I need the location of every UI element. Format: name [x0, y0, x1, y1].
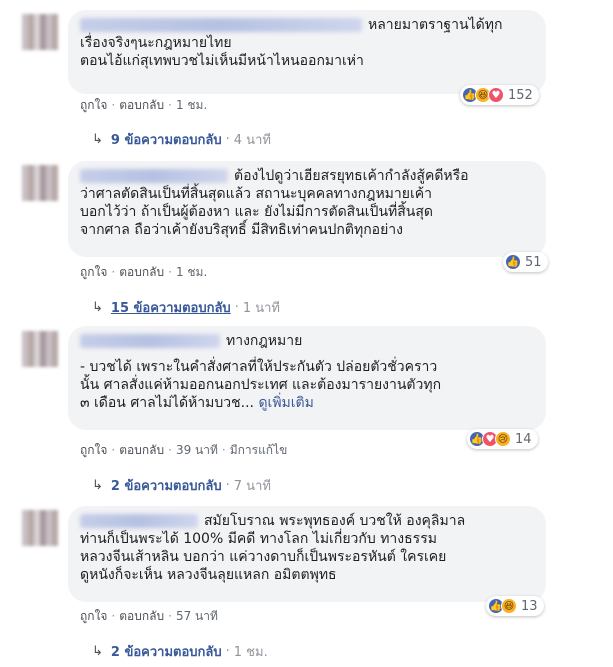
like-link[interactable]: ถูกใจ: [80, 265, 107, 279]
comment-text-line: ดูหนังก็จะเห็น หลวงจีนลุยแหลก อมิตตพุทธ: [80, 567, 337, 583]
love-reaction-icon: ♥: [488, 87, 504, 103]
view-replies[interactable]: ↳ 9 ข้อความตอบกลับ · 4 นาที: [92, 129, 271, 150]
comment-bubble: สมัยโบราณ พระพุทธองค์ บวชให้ องคุลิมาล ท…: [68, 506, 546, 602]
comment-text-line: เรื่องจริงๆนะกฎหมายไทย: [80, 35, 232, 51]
reply-arrow-icon: ↳: [92, 478, 103, 493]
comment-text-line: บอกไว้ว่า ถ้าเป็นผู้ต้องหา และ ยังไม่มีก…: [80, 204, 433, 220]
commenter-avatar[interactable]: [22, 331, 58, 367]
commenter-avatar[interactable]: [22, 14, 58, 50]
comment-text-line: หลายมาตราฐานได้ทุก: [368, 17, 503, 33]
comment-text-line: ต้องไปดูว่าเฮียสรยุทธเค้ากำลังสู้คดีหรือ: [234, 168, 469, 184]
reaction-count: 51: [525, 254, 542, 270]
comment-actions: ถูกใจ · ตอบกลับ · 1 ชม.: [80, 98, 208, 112]
reaction-summary[interactable]: 👍 😆 ♥ 152: [460, 85, 539, 105]
comment-timestamp[interactable]: 1 ชม.: [176, 98, 207, 112]
comment-bubble: หลายมาตราฐานได้ทุก เรื่องจริงๆนะกฎหมายไท…: [68, 10, 546, 94]
reaction-count: 13: [521, 598, 538, 614]
reaction-count: 152: [508, 87, 533, 103]
comment-actions: ถูกใจ · ตอบกลับ · 39 นาที · มีการแก้ไข: [80, 443, 288, 457]
replies-timestamp: 4 นาที: [233, 133, 271, 148]
reply-link[interactable]: ตอบกลับ: [119, 98, 164, 112]
commenter-name[interactable]: [80, 169, 228, 183]
comment-text-line: ท่านก็เป็นพระได้ 100% มีคดี ทางโลก ไม่เก…: [80, 531, 437, 547]
comment-timestamp[interactable]: 39 นาที: [176, 443, 218, 457]
view-replies[interactable]: ↳ 2 ข้อความตอบกลับ · 1 ชม.: [92, 641, 268, 662]
comment-text-line: หลวงจีนเส้าหลิน บอกว่า แค่วางดาบก็เป็นพร…: [80, 549, 447, 565]
comment-timestamp[interactable]: 1 ชม.: [176, 265, 207, 279]
replies-timestamp: 1 นาที: [242, 301, 280, 316]
commenter-name[interactable]: [80, 514, 198, 528]
reaction-summary[interactable]: 👍 51: [503, 252, 548, 272]
reply-arrow-icon: ↳: [92, 644, 103, 659]
comment-timestamp[interactable]: 57 นาที: [176, 609, 218, 623]
comment-text-line: จากศาล ถือว่าเค้ายังบริสุทธิ์ มีสิทธิเท่…: [80, 222, 403, 238]
reply-link[interactable]: ตอบกลับ: [119, 443, 164, 457]
commenter-name[interactable]: [80, 18, 362, 32]
replies-count-link[interactable]: 2 ข้อความตอบกลับ: [111, 641, 222, 662]
see-more-link[interactable]: ดูเพิ่มเติม: [258, 395, 313, 411]
reaction-summary[interactable]: 👍 😆 13: [486, 596, 544, 616]
replies-count-link[interactable]: 9 ข้อความตอบกลับ: [111, 129, 222, 150]
comment-text-line: [80, 350, 534, 358]
replies-count-link[interactable]: 15 ข้อความตอบกลับ: [111, 297, 231, 318]
edited-label[interactable]: มีการแก้ไข: [230, 443, 288, 457]
comment-text-line: นั้น ศาลสั่งแค่ห้ามออกนอกประเทศ และต้องม…: [80, 377, 442, 393]
comment-actions: ถูกใจ · ตอบกลับ · 1 ชม.: [80, 265, 208, 279]
comment-text-line: สมัยโบราณ พระพุทธองค์ บวชให้ องคุลิมาล: [204, 513, 466, 529]
like-link[interactable]: ถูกใจ: [80, 609, 107, 623]
reply-arrow-icon: ↳: [92, 300, 103, 315]
view-replies[interactable]: ↳ 2 ข้อความตอบกลับ · 7 นาที: [92, 475, 271, 496]
replies-count-link[interactable]: 2 ข้อความตอบกลับ: [111, 475, 222, 496]
commenter-name[interactable]: [80, 334, 220, 348]
haha-reaction-icon: 😆: [501, 598, 517, 614]
comment-text-line: ทางกฎหมาย: [226, 333, 303, 349]
reaction-summary[interactable]: 👍 ♥ 😢 14: [467, 429, 538, 449]
comment-text-line: ว่าศาลตัดสินเป็นที่สิ้นสุดแล้ว สถานะบุคค…: [80, 186, 432, 202]
view-replies[interactable]: ↳ 15 ข้อความตอบกลับ · 1 นาที: [92, 297, 280, 318]
comment-text-line: ตอนไอ้แก่สุเทพบวชไม่เห็นมีหน้าไหนออกมาเห…: [80, 53, 364, 69]
reply-arrow-icon: ↳: [92, 132, 103, 147]
comment-bubble: ทางกฎหมาย - บวชได้ เพราะในคำสั่งศาลที่ให…: [68, 326, 546, 430]
sad-reaction-icon: 😢: [495, 431, 511, 447]
like-link[interactable]: ถูกใจ: [80, 98, 107, 112]
replies-timestamp: 7 นาที: [233, 479, 271, 494]
comment-actions: ถูกใจ · ตอบกลับ · 57 นาที: [80, 609, 218, 623]
like-link[interactable]: ถูกใจ: [80, 443, 107, 457]
comment-bubble: ต้องไปดูว่าเฮียสรยุทธเค้ากำลังสู้คดีหรือ…: [68, 161, 546, 257]
like-reaction-icon: 👍: [505, 254, 521, 270]
comment-text-line: ๓ เดือน ศาลไม่ได้ห้ามบวช...: [80, 395, 254, 411]
reply-link[interactable]: ตอบกลับ: [119, 265, 164, 279]
comment-text-line: - บวชได้ เพราะในคำสั่งศาลที่ให้ประกันตัว…: [80, 359, 438, 375]
reply-link[interactable]: ตอบกลับ: [119, 609, 164, 623]
reaction-count: 14: [515, 431, 532, 447]
commenter-avatar[interactable]: [22, 510, 58, 546]
commenter-avatar[interactable]: [22, 165, 58, 201]
replies-timestamp: 1 ชม.: [233, 645, 268, 660]
